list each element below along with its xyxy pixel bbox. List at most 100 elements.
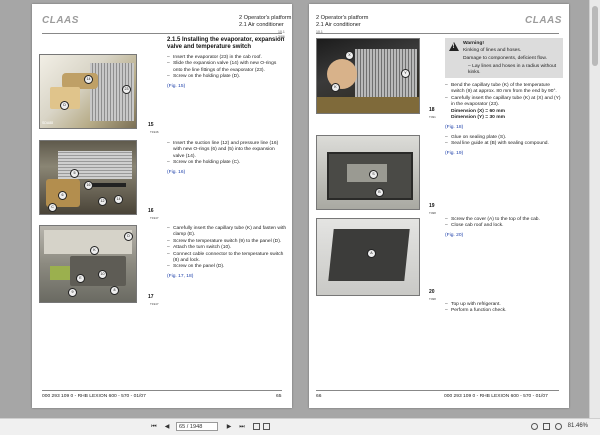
instructions-block-3: Screw the cover (A) to the top of the ca… bbox=[445, 217, 563, 239]
figure-19-code: T498 bbox=[429, 211, 436, 215]
page-header: 2 Operator's platform 2.1 Air conditione… bbox=[239, 15, 291, 29]
warning-title: Warning! bbox=[463, 41, 485, 46]
next-page-icon[interactable]: ▶ bbox=[225, 423, 233, 431]
callout-y: Y bbox=[401, 69, 410, 78]
callout-10: 10 bbox=[98, 270, 107, 279]
instruction-item: Screw on the holding plate (C). bbox=[167, 160, 287, 167]
fit-page-icon[interactable] bbox=[543, 423, 550, 430]
figure-15-number: 15 bbox=[148, 122, 154, 128]
page-number: 66 bbox=[316, 394, 322, 399]
callout-e: E bbox=[76, 274, 85, 283]
header-section: 2.1 Air conditioner bbox=[239, 22, 284, 28]
instruction-item: Screw on the panel (D). bbox=[167, 264, 287, 271]
page-number: 65 bbox=[276, 394, 282, 399]
two-page-view-icon[interactable] bbox=[263, 423, 270, 430]
callout-s: S bbox=[369, 170, 378, 179]
figure-18-code: T491 bbox=[429, 115, 436, 119]
instruction-item: Screw on the holding plate (D). bbox=[167, 74, 287, 81]
callout-c: C bbox=[48, 203, 57, 212]
figure-16-photo: 16 12 5 6 14 C bbox=[39, 140, 137, 215]
zoom-in-icon[interactable] bbox=[555, 423, 562, 430]
figure-15-code: T1946 bbox=[150, 130, 159, 134]
figure-20-code: T498 bbox=[429, 297, 436, 301]
section-title: 2.1.5 Installing the evaporator, expansi… bbox=[167, 37, 285, 51]
right-page: 2 Operator's platform 2.1 Air conditione… bbox=[309, 4, 569, 408]
figure-18-photo: X Y K bbox=[316, 38, 420, 114]
figure-reference[interactable]: (Fig. 17, 18) bbox=[167, 274, 287, 280]
callout-14: 14 bbox=[114, 195, 123, 204]
callout-k: K bbox=[90, 246, 99, 255]
figure-18-number: 18 bbox=[429, 107, 435, 113]
callout-d: D bbox=[60, 101, 69, 110]
previous-page-icon[interactable]: ◀ bbox=[163, 423, 171, 431]
instructions-block-2: Glue on sealing plate (S). Seal line gui… bbox=[445, 135, 563, 157]
last-page-icon[interactable]: ⏭ bbox=[238, 423, 246, 431]
header-rule bbox=[42, 33, 282, 34]
claas-logo: CLAAS bbox=[42, 15, 79, 26]
instruction-item: Slide the expansion valve (14) with new … bbox=[167, 61, 287, 74]
scrollbar-thumb[interactable] bbox=[592, 6, 598, 66]
callout-8: 8 bbox=[110, 286, 119, 295]
figure-reference[interactable]: (Fig. 18) bbox=[445, 125, 563, 131]
single-page-view-icon[interactable] bbox=[253, 423, 260, 430]
header-section: 2.1 Air conditioner bbox=[316, 22, 361, 28]
warning-triangle-icon bbox=[449, 42, 459, 51]
warning-hazard: Kinking of lines and hoses. bbox=[463, 48, 522, 54]
instructions-block-1: Insert the evaporator (23) in the cab ro… bbox=[167, 55, 287, 90]
figure-reference[interactable]: (Fig. 16) bbox=[167, 170, 287, 176]
callout-14: 14 bbox=[84, 75, 93, 84]
figure-17-photo: D K 10 E 9 8 bbox=[39, 225, 137, 303]
callout-5: 5 bbox=[70, 169, 79, 178]
figure-19-number: 19 bbox=[429, 203, 435, 209]
figure-20-photo: A bbox=[316, 218, 420, 296]
callout-23: 23 bbox=[122, 85, 131, 94]
warning-box: Warning! Kinking of lines and hoses. Dam… bbox=[445, 38, 563, 78]
zoom-level[interactable]: 81.46% bbox=[568, 423, 588, 429]
zoom-out-icon[interactable] bbox=[531, 423, 538, 430]
photo-tag: SDA88 bbox=[42, 121, 54, 125]
document-viewer: CLAAS 2 Operator's platform 2.1 Air cond… bbox=[0, 0, 600, 418]
instruction-item: Insert the suction line (12) and pressur… bbox=[167, 141, 287, 160]
dimension-y: Dimension (Y) = 30 mm bbox=[451, 115, 505, 121]
instruction-item: Connect cable connector to the temperatu… bbox=[167, 252, 287, 265]
callout-a: A bbox=[367, 249, 376, 258]
instruction-item: Seal line guide at (B) with sealing comp… bbox=[445, 141, 563, 148]
callout-12: 12 bbox=[98, 197, 107, 206]
callout-16: 16 bbox=[84, 181, 93, 190]
callout-k: K bbox=[331, 83, 340, 92]
page-number-input[interactable]: 65 / 1948 bbox=[176, 422, 218, 431]
figure-17-code: T1947 bbox=[150, 302, 159, 306]
figure-16-number: 16 bbox=[148, 208, 154, 214]
footer-rule bbox=[42, 390, 282, 391]
instruction-item: Carefully insert the capillary tube (K) … bbox=[445, 96, 563, 109]
footer-document-code: 000 293 109 0 - RHB LEXION 600 - 570 - 0… bbox=[444, 394, 548, 399]
callout-b: B bbox=[375, 188, 384, 197]
page-header: 2 Operator's platform 2.1 Air conditione… bbox=[316, 15, 368, 29]
figure-20-number: 20 bbox=[429, 289, 435, 295]
callout-9: 9 bbox=[68, 288, 77, 297]
instruction-item: Close cab roof and lock. bbox=[445, 223, 563, 230]
footer-rule bbox=[316, 390, 559, 391]
callout-x: X bbox=[345, 51, 354, 60]
callout-6: 6 bbox=[58, 191, 67, 200]
callout-d: D bbox=[124, 232, 133, 241]
figure-15-photo: 14 23 D SDA88 bbox=[39, 54, 137, 129]
first-page-icon[interactable]: ⏮ bbox=[150, 423, 158, 431]
instruction-item: Carefully insert the capillary tube (K) … bbox=[167, 226, 287, 239]
instructions-block-3: Carefully insert the capillary tube (K) … bbox=[167, 226, 287, 280]
vertical-scrollbar[interactable] bbox=[589, 0, 600, 418]
header-chapter: 2 Operator's platform bbox=[316, 15, 369, 21]
warning-action: – Lay lines and hoses in a radius withou… bbox=[468, 63, 557, 75]
figure-reference[interactable]: (Fig. 15) bbox=[167, 84, 287, 90]
figure-reference[interactable]: (Fig. 20) bbox=[445, 233, 563, 239]
figure-19-photo: S B bbox=[316, 135, 420, 210]
figure-16-code: T1947 bbox=[150, 216, 159, 220]
footer-document-code: 000 293 109 0 - RHB LEXION 600 - 570 - 0… bbox=[42, 394, 146, 399]
viewer-toolbar: ⏮ ◀ 65 / 1948 ▶ ⏭ 81.46% bbox=[0, 418, 600, 435]
header-chapter: 2 Operator's platform bbox=[239, 15, 292, 21]
instructions-block-2: Insert the suction line (12) and pressur… bbox=[167, 141, 287, 176]
figure-17-number: 17 bbox=[148, 294, 154, 300]
figure-reference[interactable]: (Fig. 19) bbox=[445, 151, 563, 157]
left-page: CLAAS 2 Operator's platform 2.1 Air cond… bbox=[32, 4, 292, 408]
instruction-item: Perform a function check. bbox=[445, 308, 563, 315]
